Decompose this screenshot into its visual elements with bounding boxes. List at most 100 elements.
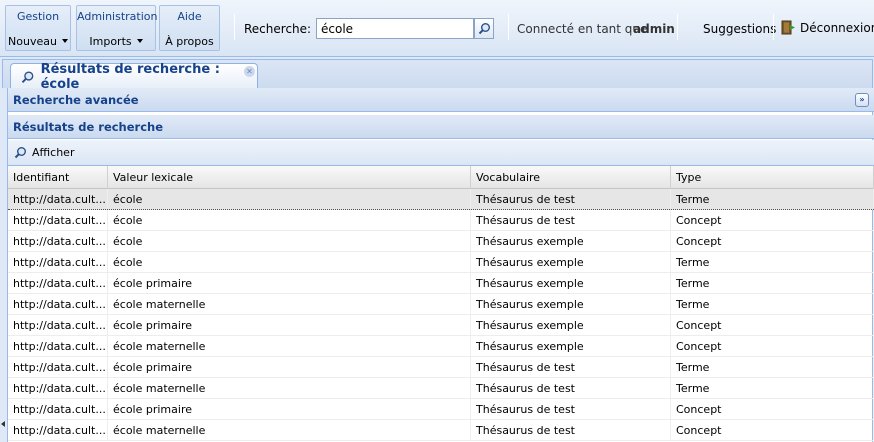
cell-lexical-value: école bbox=[108, 252, 471, 272]
top-toolbar: Gestion Nouveau Administration Imports A… bbox=[0, 0, 874, 57]
table-row[interactable]: http://data.cult... école Thésaurus exempl… bbox=[8, 231, 874, 252]
table-row[interactable]: http://data.cult... école Thésaurus de tes… bbox=[8, 210, 874, 231]
search-button[interactable] bbox=[474, 18, 494, 39]
column-header-lexical-value[interactable]: Valeur lexicale bbox=[108, 166, 471, 189]
results-toolbar: Afficher bbox=[8, 140, 874, 166]
cell-vocabulary: Thésaurus de test bbox=[471, 357, 671, 377]
cell-identifier: http://data.cult... bbox=[8, 252, 108, 272]
cell-vocabulary: Thésaurus de test bbox=[471, 378, 671, 398]
table-row[interactable]: http://data.cult... école maternelle Thésa… bbox=[8, 378, 874, 399]
cell-type: Terme bbox=[671, 189, 874, 209]
cell-type: Terme bbox=[671, 357, 874, 377]
cell-type: Concept bbox=[671, 420, 874, 440]
menu-group-aide: Aide À propos bbox=[159, 5, 220, 51]
cell-lexical-value: école bbox=[108, 231, 471, 251]
main-content: Recherche avancée » Résultats de recherc… bbox=[7, 88, 874, 442]
tab-strip: Résultats de recherche : école ✕ bbox=[2, 59, 873, 92]
cell-vocabulary: Thésaurus exemple bbox=[471, 315, 671, 335]
grid-body: http://data.cult... école Thésaurus de tes… bbox=[8, 189, 874, 441]
table-row[interactable]: http://data.cult... école primaire Thésaur… bbox=[8, 357, 874, 378]
column-header-identifier[interactable]: Identifiant bbox=[8, 166, 108, 189]
cell-vocabulary: Thésaurus exemple bbox=[471, 294, 671, 314]
cell-identifier: http://data.cult... bbox=[8, 315, 108, 335]
expand-icon[interactable]: » bbox=[855, 93, 869, 107]
username: admin bbox=[633, 22, 675, 36]
table-row[interactable]: http://data.cult... école maternelle Thésa… bbox=[8, 420, 874, 441]
table-row[interactable]: http://data.cult... école primaire Thésaur… bbox=[8, 315, 874, 336]
cell-identifier: http://data.cult... bbox=[8, 336, 108, 356]
cell-lexical-value: école bbox=[108, 210, 471, 230]
cell-type: Concept bbox=[671, 210, 874, 230]
cell-type: Terme bbox=[671, 252, 874, 272]
suggestions-link[interactable]: Suggestions bbox=[703, 22, 776, 36]
cell-lexical-value: école maternelle bbox=[108, 294, 471, 314]
cell-identifier: http://data.cult... bbox=[8, 399, 108, 419]
table-row[interactable]: http://data.cult... école maternelle Thésa… bbox=[8, 294, 874, 315]
cell-type: Concept bbox=[671, 336, 874, 356]
cell-identifier: http://data.cult... bbox=[8, 378, 108, 398]
collapse-west-handle[interactable] bbox=[0, 88, 7, 442]
cell-type: Concept bbox=[671, 315, 874, 335]
cell-vocabulary: Thésaurus de test bbox=[471, 399, 671, 419]
table-row[interactable]: http://data.cult... école Thésaurus exempl… bbox=[8, 252, 874, 273]
table-row[interactable]: http://data.cult... école maternelle Thésa… bbox=[8, 336, 874, 357]
cell-type: Terme bbox=[671, 294, 874, 314]
tab-label: Résultats de recherche : école bbox=[40, 61, 220, 92]
table-row[interactable]: http://data.cult... école Thésaurus de tes… bbox=[8, 189, 874, 210]
cell-identifier: http://data.cult... bbox=[8, 357, 108, 377]
cell-vocabulary: Thésaurus exemple bbox=[471, 273, 671, 293]
separator bbox=[508, 14, 509, 40]
tab-search-results[interactable]: Résultats de recherche : école ✕ bbox=[10, 61, 258, 92]
column-header-type[interactable]: Type bbox=[671, 166, 874, 189]
results-title: Résultats de recherche bbox=[13, 120, 164, 134]
logout-button[interactable]: Déconnexion bbox=[781, 20, 874, 35]
cell-vocabulary: Thésaurus exemple bbox=[471, 231, 671, 251]
cell-lexical-value: école primaire bbox=[108, 273, 471, 293]
advanced-search-header[interactable]: Recherche avancée » bbox=[8, 88, 874, 112]
grid-header: Identifiant Valeur lexicale Vocabulaire … bbox=[8, 166, 874, 189]
cell-type: Terme bbox=[671, 273, 874, 293]
close-icon[interactable]: ✕ bbox=[244, 66, 255, 77]
logout-icon bbox=[781, 20, 795, 35]
new-menu-button[interactable]: Nouveau bbox=[6, 31, 70, 51]
menu-group-gestion: Gestion Nouveau bbox=[5, 5, 71, 51]
cell-lexical-value: école primaire bbox=[108, 315, 471, 335]
cell-identifier: http://data.cult... bbox=[8, 273, 108, 293]
about-button[interactable]: À propos bbox=[160, 31, 219, 51]
cell-lexical-value: école bbox=[108, 189, 471, 209]
search-input[interactable] bbox=[316, 18, 474, 39]
connected-as-label: Connecté en tant que bbox=[517, 22, 648, 36]
imports-menu-label: Imports bbox=[89, 34, 132, 48]
cell-identifier: http://data.cult... bbox=[8, 231, 108, 251]
search-icon bbox=[21, 70, 34, 83]
search-label: Recherche: bbox=[244, 22, 312, 36]
chevron-left-icon bbox=[1, 421, 5, 427]
advanced-search-title: Recherche avancée bbox=[13, 93, 139, 107]
cell-vocabulary: Thésaurus exemple bbox=[471, 336, 671, 356]
results-header: Résultats de recherche bbox=[8, 115, 874, 139]
menu-group-administration: Administration Imports bbox=[76, 5, 158, 51]
separator bbox=[677, 14, 678, 40]
imports-menu-button[interactable]: Imports bbox=[77, 31, 155, 51]
separator bbox=[234, 14, 235, 40]
about-label: À propos bbox=[165, 34, 214, 48]
table-row[interactable]: http://data.cult... école primaire Thésaur… bbox=[8, 273, 874, 294]
cell-lexical-value: école primaire bbox=[108, 357, 471, 377]
show-button[interactable]: Afficher bbox=[32, 146, 74, 159]
cell-type: Terme bbox=[671, 378, 874, 398]
column-header-vocabulary[interactable]: Vocabulaire bbox=[471, 166, 671, 189]
cell-vocabulary: Thésaurus de test bbox=[471, 189, 671, 209]
cell-lexical-value: école maternelle bbox=[108, 378, 471, 398]
chevron-down-icon bbox=[136, 39, 143, 43]
logout-label: Déconnexion bbox=[800, 20, 874, 35]
cell-lexical-value: école maternelle bbox=[108, 336, 471, 356]
table-row[interactable]: http://data.cult... école primaire Thésaur… bbox=[8, 399, 874, 420]
search-icon bbox=[478, 23, 490, 35]
search-icon bbox=[14, 147, 26, 159]
cell-type: Concept bbox=[671, 231, 874, 251]
separator bbox=[773, 14, 774, 40]
chevron-down-icon bbox=[61, 39, 68, 43]
cell-vocabulary: Thésaurus de test bbox=[471, 420, 671, 440]
cell-vocabulary: Thésaurus de test bbox=[471, 210, 671, 230]
cell-identifier: http://data.cult... bbox=[8, 420, 108, 440]
